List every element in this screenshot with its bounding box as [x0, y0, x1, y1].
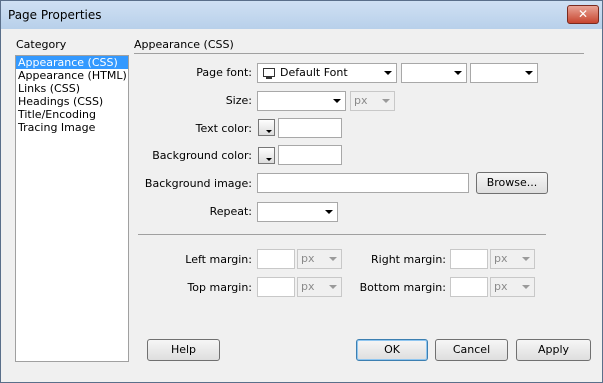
dialog-content: Category Appearance (CSS) Appearance (HT…	[7, 29, 596, 376]
background-image-field[interactable]	[257, 173, 469, 193]
ok-button[interactable]: OK	[356, 339, 428, 361]
bottom-margin-unit-select[interactable]: px	[490, 277, 535, 297]
repeat-label: Repeat:	[209, 205, 252, 218]
category-heading: Category	[16, 38, 67, 51]
category-item-tracing-image[interactable]: Tracing Image	[16, 121, 128, 134]
bottom-margin-unit: px	[494, 280, 508, 293]
left-margin-label: Left margin:	[185, 253, 252, 266]
left-margin-field[interactable]	[257, 249, 295, 269]
margins-divider	[138, 234, 546, 235]
background-color-label: Background color:	[152, 149, 252, 162]
chevron-down-icon	[333, 99, 341, 103]
background-color-field[interactable]	[278, 145, 342, 165]
text-color-picker[interactable]	[258, 119, 275, 136]
chevron-down-icon	[525, 71, 533, 75]
top-margin-field[interactable]	[257, 277, 295, 297]
top-margin-unit-select[interactable]: px	[297, 277, 342, 297]
chevron-down-icon	[382, 99, 390, 103]
section-title: Appearance (CSS)	[134, 38, 234, 51]
page-properties-dialog: Page Properties ✕ Category Appearance (C…	[0, 0, 603, 383]
repeat-select[interactable]	[257, 202, 338, 222]
chevron-down-icon	[325, 210, 333, 214]
chevron-down-icon	[329, 257, 337, 261]
page-font-value: Default Font	[280, 66, 348, 79]
chevron-down-icon	[384, 71, 392, 75]
category-item-headings-css[interactable]: Headings (CSS)	[16, 95, 128, 108]
size-unit-select[interactable]: px	[350, 91, 395, 111]
background-color-picker[interactable]	[258, 147, 275, 164]
right-margin-field[interactable]	[450, 249, 488, 269]
page-font-select[interactable]: Default Font	[257, 63, 397, 83]
right-margin-unit: px	[494, 252, 508, 265]
text-color-field[interactable]	[278, 118, 342, 138]
font-weight-select[interactable]	[470, 63, 538, 83]
bottom-margin-label: Bottom margin:	[359, 281, 446, 294]
browse-button[interactable]: Browse...	[476, 172, 548, 194]
chevron-down-icon	[522, 285, 530, 289]
font-style-select[interactable]	[401, 63, 467, 83]
right-margin-label: Right margin:	[371, 253, 446, 266]
size-label: Size:	[225, 94, 252, 107]
category-item-appearance-html[interactable]: Appearance (HTML)	[16, 69, 128, 82]
title-bar: Page Properties ✕	[1, 1, 602, 29]
chevron-down-icon	[266, 130, 272, 133]
top-margin-label: Top margin:	[187, 281, 252, 294]
chevron-down-icon	[522, 257, 530, 261]
monitor-icon-base	[266, 77, 272, 79]
chevron-down-icon	[329, 285, 337, 289]
chevron-down-icon	[266, 158, 272, 161]
category-item-title-encoding[interactable]: Title/Encoding	[16, 108, 128, 121]
close-button[interactable]: ✕	[567, 5, 599, 24]
size-select[interactable]	[257, 91, 346, 111]
chevron-down-icon	[454, 71, 462, 75]
window-title: Page Properties	[8, 8, 102, 22]
text-color-label: Text color:	[195, 122, 252, 135]
category-item-links-css[interactable]: Links (CSS)	[16, 82, 128, 95]
apply-button[interactable]: Apply	[516, 339, 591, 361]
right-margin-unit-select[interactable]: px	[490, 249, 535, 269]
background-image-label: Background image:	[144, 177, 252, 190]
top-margin-unit: px	[301, 280, 315, 293]
monitor-icon	[263, 68, 275, 77]
help-button[interactable]: Help	[147, 339, 220, 361]
bottom-margin-field[interactable]	[450, 277, 488, 297]
size-unit-value: px	[354, 94, 368, 107]
left-margin-unit: px	[301, 252, 315, 265]
section-divider	[134, 53, 584, 54]
cancel-button[interactable]: Cancel	[435, 339, 508, 361]
category-list[interactable]: Appearance (CSS) Appearance (HTML) Links…	[15, 55, 129, 362]
left-margin-unit-select[interactable]: px	[297, 249, 342, 269]
page-font-label: Page font:	[196, 66, 252, 79]
category-item-appearance-css[interactable]: Appearance (CSS)	[16, 56, 128, 69]
